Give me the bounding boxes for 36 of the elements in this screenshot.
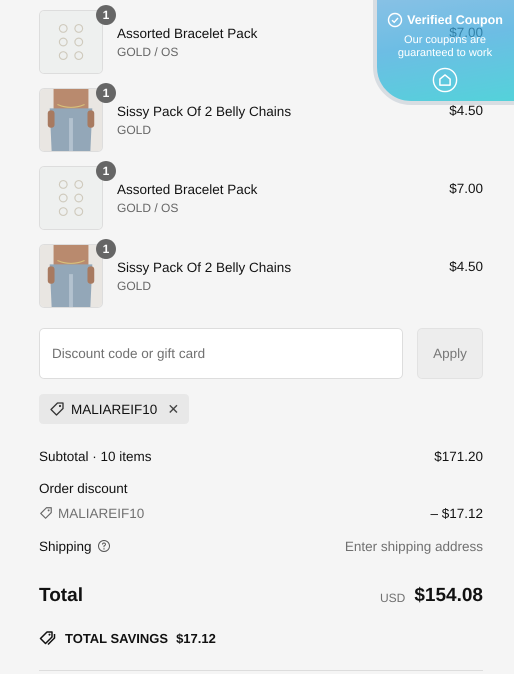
product-name: Sissy Pack Of 2 Belly Chains <box>117 260 292 274</box>
product-variant: GOLD / OS <box>117 200 180 214</box>
tag-icon <box>49 401 65 417</box>
product-name: Assorted Bracelet Pack <box>117 182 258 196</box>
check-icon <box>387 12 404 28</box>
total-value: $154.08 <box>414 585 483 607</box>
tags-icon <box>39 630 57 646</box>
product-name: Sissy Pack Of 2 Belly Chains <box>117 104 292 118</box>
help-icon[interactable] <box>96 539 111 553</box>
product-variant: GOLD <box>117 122 152 136</box>
total-label: Total <box>39 585 83 607</box>
product-price: $7.00 <box>449 180 483 196</box>
popup-title: Verified Coupon <box>407 13 503 27</box>
quantity-badge: 1 <box>96 5 116 25</box>
remove-button[interactable]: ✕ <box>163 401 180 417</box>
tag-icon <box>39 506 53 520</box>
product-name: Assorted Bracelet Pack <box>117 26 258 40</box>
total-savings-label: TOTAL SAVINGS <box>65 630 168 646</box>
subtotal-label: Subtotal · 10 items <box>39 448 152 464</box>
quantity-badge: 1 <box>96 239 116 259</box>
total-savings-value: $17.12 <box>176 630 216 646</box>
currency-code: USD <box>380 590 406 604</box>
quantity-badge: 1 <box>96 161 116 181</box>
product-price: $4.50 <box>449 102 483 118</box>
order-discount-label: Order discount <box>39 480 128 496</box>
discount-amount: – $17.12 <box>430 506 483 520</box>
shipping-label: Shipping <box>39 538 92 554</box>
discount-code-field[interactable]: Discount code or gift card <box>39 328 403 379</box>
product-variant: GOLD / OS <box>117 44 180 58</box>
discount-code: MALIAREIF10 <box>58 506 144 520</box>
quantity-badge: 1 <box>96 83 116 103</box>
shipping-value: Enter shipping address <box>344 538 483 554</box>
product-variant: GOLD <box>117 278 152 292</box>
subtotal-value: $171.20 <box>434 448 483 464</box>
product-price: $4.50 <box>449 258 483 274</box>
discount-code: MALIAREIF10 <box>71 402 158 416</box>
